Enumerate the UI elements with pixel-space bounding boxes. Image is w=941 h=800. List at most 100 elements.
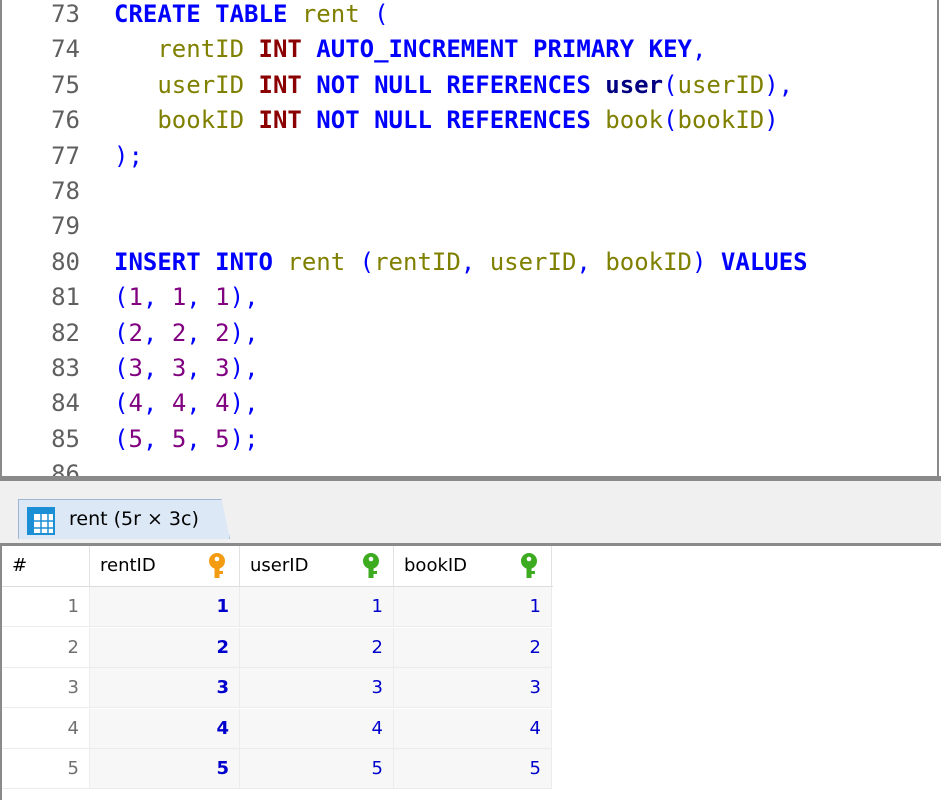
table-cell[interactable]: 5 (90, 749, 240, 789)
code-token: INSERT INTO (114, 247, 288, 276)
code-token: , (186, 354, 216, 382)
code-token: ( (114, 354, 129, 382)
code-token: 1 (171, 283, 187, 312)
code-token: bookID (605, 247, 693, 276)
row-number-cell[interactable]: 5 (2, 749, 90, 789)
code-line[interactable]: 86 (2, 457, 937, 476)
column-header-label: rentID (100, 555, 156, 576)
code-line[interactable]: 83 (3, 3, 3), (2, 351, 937, 386)
code-token: , (142, 318, 172, 347)
table-cell[interactable]: 4 (90, 708, 240, 749)
column-header-bookid[interactable]: bookID (394, 546, 552, 586)
code-token: 1 (215, 283, 230, 312)
line-number: 86 (51, 460, 80, 476)
code-token: userID (489, 247, 577, 276)
code-line[interactable]: 80 INSERT INTO rent (rentID, userID, book… (2, 245, 937, 280)
row-number-cell[interactable]: 2 (2, 627, 90, 668)
line-number: 80 (51, 247, 80, 276)
code-token: NOT NULL REFERENCES (316, 70, 606, 99)
code-line[interactable]: 73 CREATE TABLE rent ( (2, 0, 937, 32)
code-token: 2 (128, 318, 143, 347)
column-header-label: bookID (404, 555, 468, 576)
table-cell[interactable]: 4 (394, 708, 552, 749)
line-number: 85 (51, 424, 80, 453)
code-token: book (605, 106, 664, 135)
code-line[interactable]: 74 rentID INT AUTO_INCREMENT PRIMARY KEY… (2, 32, 937, 67)
sql-editor[interactable]: 73 CREATE TABLE rent (74 rentID INT AUTO_… (0, 0, 939, 476)
code-token: , (142, 424, 172, 453)
result-tab[interactable]: rent (5r × 3c) (18, 499, 230, 539)
foreign-key-icon (360, 553, 382, 579)
code-text: bookID INT NOT NULL REFERENCES book(book… (114, 103, 778, 138)
line-number: 76 (51, 106, 80, 135)
code-line[interactable]: 81 (1, 1, 1), (2, 280, 937, 315)
code-token: , (142, 354, 172, 382)
code-token: ), (229, 283, 259, 312)
code-line[interactable]: 84 (4, 4, 4), (2, 386, 937, 421)
code-token: 1 (128, 283, 143, 312)
table-cell[interactable]: 1 (90, 587, 240, 627)
code-line[interactable]: 79 (2, 209, 937, 244)
column-header-userid[interactable]: userID (240, 546, 394, 586)
code-text: (5, 5, 5); (114, 422, 259, 457)
code-line[interactable]: 82 (2, 2, 2), (2, 316, 937, 351)
line-number: 73 (51, 0, 80, 28)
code-token: VALUES (720, 247, 808, 276)
code-text: rentID INT AUTO_INCREMENT PRIMARY KEY, (114, 32, 706, 67)
code-line[interactable]: 85 (5, 5, 5); (2, 422, 937, 457)
code-token: ( (114, 318, 129, 347)
column-header-rownum[interactable]: # (2, 546, 90, 586)
table-cell[interactable]: 2 (240, 627, 394, 668)
table-cell[interactable]: 2 (394, 627, 552, 668)
code-token: ), (229, 389, 259, 418)
row-number-cell[interactable]: 1 (2, 587, 90, 627)
code-token: 4 (128, 389, 143, 418)
table-cell[interactable]: 3 (240, 668, 394, 708)
code-token: ( (114, 389, 129, 418)
table-cell[interactable]: 5 (240, 749, 394, 789)
code-token: , (186, 318, 216, 347)
code-token: INT (258, 35, 317, 64)
table-grid-icon (27, 507, 55, 535)
code-line[interactable]: 78 (2, 174, 937, 209)
code-token: 3 (128, 354, 143, 382)
code-token: ), (229, 318, 259, 347)
row-number-cell[interactable]: 4 (2, 708, 90, 749)
table-cell[interactable]: 1 (394, 587, 552, 627)
column-header-label: # (12, 555, 28, 576)
code-token: CREATE TABLE (114, 0, 302, 28)
code-line[interactable]: 77); (2, 139, 937, 174)
code-text: userID INT NOT NULL REFERENCES user(user… (114, 68, 793, 103)
line-number: 83 (51, 354, 80, 382)
code-token: ), (229, 354, 259, 382)
code-token: , (576, 247, 606, 276)
code-token: ) (692, 247, 721, 276)
result-tab-strip: rent (5r × 3c) (0, 481, 941, 543)
code-token: bookID (114, 106, 259, 135)
table-cell[interactable]: 2 (90, 627, 240, 668)
result-grid[interactable]: # rentID userID bookID 1 1 1 1 2 2 2 2 3 3 3 3 4 4 4 4 5 5 5 5 (0, 546, 941, 800)
row-number-cell[interactable]: 3 (2, 668, 90, 708)
code-token: ( (374, 0, 389, 28)
line-number: 79 (51, 212, 80, 241)
table-cell[interactable]: 1 (240, 587, 394, 627)
code-token: user (605, 70, 664, 99)
code-token: rent (301, 0, 375, 28)
code-text: (4, 4, 4), (114, 386, 259, 421)
code-token: 5 (171, 424, 187, 453)
code-line[interactable]: 75 userID INT NOT NULL REFERENCES user(u… (2, 68, 937, 103)
table-cell[interactable]: 5 (394, 749, 552, 789)
code-text: ); (114, 139, 143, 174)
table-cell[interactable]: 3 (90, 668, 240, 708)
column-header-rentid[interactable]: rentID (90, 546, 240, 586)
code-token: userID (677, 70, 765, 99)
code-token: ( (114, 283, 129, 312)
code-token: NOT NULL REFERENCES (316, 106, 606, 135)
code-token: AUTO_INCREMENT PRIMARY KEY (316, 35, 692, 64)
code-token: ); (229, 424, 259, 453)
table-cell[interactable]: 4 (240, 708, 394, 749)
table-cell[interactable]: 3 (394, 668, 552, 708)
code-line[interactable]: 76 bookID INT NOT NULL REFERENCES book(b… (2, 103, 937, 138)
line-number: 84 (51, 389, 80, 418)
code-token: ( (663, 106, 678, 135)
